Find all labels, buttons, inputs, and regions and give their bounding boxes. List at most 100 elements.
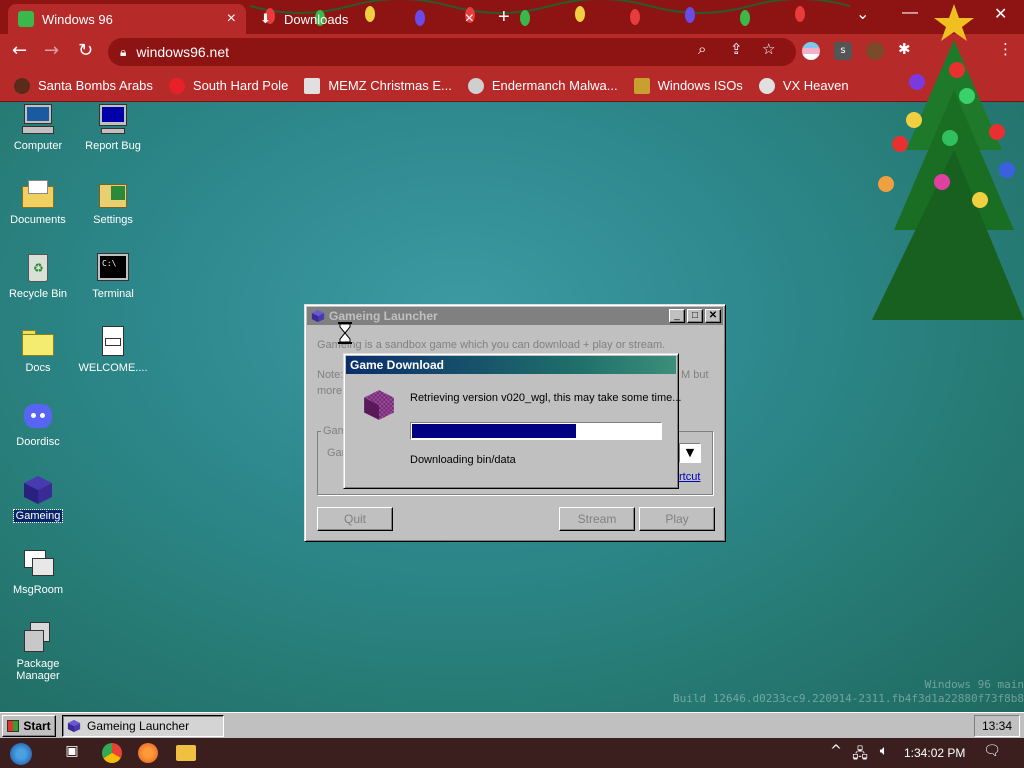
discord-icon bbox=[22, 400, 54, 432]
minimize-button[interactable]: _ bbox=[669, 309, 685, 323]
volume-icon[interactable]: 🔈︎ bbox=[874, 743, 894, 763]
desktop-icon-settings[interactable]: Settings bbox=[75, 178, 151, 226]
file-explorer-taskbar-icon[interactable] bbox=[176, 745, 196, 761]
markdown-file-icon bbox=[97, 326, 129, 358]
bomb-icon bbox=[14, 77, 30, 94]
desktop-icon-msgroom[interactable]: MsgRoom bbox=[0, 548, 76, 596]
bookmark-item[interactable]: Windows ISOs bbox=[633, 77, 743, 94]
bookmark-label: Endermanch Malwa... bbox=[491, 78, 618, 93]
desktop-icon-computer[interactable]: Computer bbox=[0, 104, 76, 152]
launcher-note: Note: bbox=[317, 369, 344, 381]
lock-icon[interactable]: 🔒︎ bbox=[120, 45, 126, 60]
desktop-icon-doordisc[interactable]: Doordisc bbox=[0, 400, 76, 448]
icon-label: Report Bug bbox=[85, 140, 141, 152]
settings-icon bbox=[97, 178, 129, 210]
desktop-icon-report-bug[interactable]: Report Bug bbox=[75, 104, 151, 152]
report-bug-icon bbox=[97, 104, 129, 136]
search-icon[interactable]: ⌕ bbox=[698, 40, 706, 58]
bookmark-item[interactable]: MEMZ Christmas E... bbox=[304, 77, 452, 94]
icon-label: MsgRoom bbox=[12, 584, 64, 596]
bookmark-item[interactable]: Endermanch Malwa... bbox=[467, 77, 618, 94]
raccoon-icon bbox=[467, 77, 484, 94]
task-label: Gameing Launcher bbox=[87, 719, 190, 733]
close-button[interactable]: ✕ bbox=[705, 309, 721, 323]
download-progress-bar bbox=[410, 422, 662, 440]
back-button[interactable]: ← bbox=[12, 40, 27, 61]
tab-downloads[interactable]: ⬇ Downloads × bbox=[250, 4, 484, 34]
watermark-line: Windows 96 main bbox=[924, 678, 1024, 691]
terminal-icon: C:\ bbox=[97, 252, 129, 284]
icon-label: Package Manager bbox=[16, 658, 60, 682]
launcher-title-bar[interactable]: Gameing Launcher bbox=[307, 307, 723, 325]
shortcut-link[interactable]: rtcut bbox=[679, 471, 700, 483]
gameing-cube-icon bbox=[22, 474, 54, 506]
win96-taskbar: Start Gameing Launcher 13:34 bbox=[0, 712, 1024, 738]
taskbar-item-gameing-launcher[interactable]: Gameing Launcher bbox=[62, 715, 224, 737]
task-view-icon[interactable]: ▣ bbox=[62, 743, 82, 763]
share-icon[interactable]: ⇪ bbox=[730, 40, 743, 58]
play-button[interactable]: Play bbox=[639, 507, 715, 531]
game-download-dialog[interactable]: Game Download Retrieving version v020_wg… bbox=[343, 353, 682, 489]
tab-close-icon[interactable]: × bbox=[465, 11, 474, 27]
tab-windows96[interactable]: Windows 96 × bbox=[8, 4, 246, 34]
start-button[interactable]: Start bbox=[2, 715, 56, 737]
icon-label: Computer bbox=[13, 140, 63, 152]
chrome-taskbar-icon[interactable] bbox=[102, 743, 122, 763]
bookmark-label: VX Heaven bbox=[782, 78, 849, 93]
desktop-icon-recycle-bin[interactable]: ♻ Recycle Bin bbox=[0, 252, 76, 300]
folder-icon bbox=[22, 326, 54, 358]
bookmark-item[interactable]: Santa Bombs Arabs bbox=[14, 77, 153, 94]
tray-expand-icon[interactable]: ^ bbox=[826, 743, 846, 763]
icon-label: Recycle Bin bbox=[8, 288, 68, 300]
gameing-cube-icon bbox=[67, 719, 81, 733]
stream-button[interactable]: Stream bbox=[559, 507, 635, 531]
reload-button[interactable]: ↻ bbox=[78, 40, 93, 61]
icon-label: Gameing bbox=[12, 509, 64, 523]
documents-folder-icon bbox=[22, 178, 54, 210]
network-icon[interactable]: 🖧︎ bbox=[850, 743, 870, 763]
window-title: Gameing Launcher bbox=[329, 309, 438, 323]
s-extension-icon[interactable]: s bbox=[834, 42, 852, 60]
desktop-icon-terminal[interactable]: C:\ Terminal bbox=[75, 252, 151, 300]
icon-label: WELCOME.... bbox=[78, 362, 148, 374]
url-text: windows96.net bbox=[136, 44, 230, 60]
tab-close-icon[interactable]: × bbox=[227, 11, 236, 27]
flag-extension-icon[interactable] bbox=[802, 42, 820, 60]
host-taskbar: ▣ ^ 🖧︎ 🔈︎ 1:34:02 PM 🗨︎ bbox=[0, 738, 1024, 768]
desktop-icon-docs[interactable]: Docs bbox=[0, 326, 76, 374]
forward-button[interactable]: → bbox=[44, 40, 59, 61]
host-clock[interactable]: 1:34:02 PM bbox=[904, 746, 965, 760]
icon-label: Doordisc bbox=[16, 436, 60, 448]
new-tab-button[interactable]: + bbox=[498, 6, 510, 29]
tab-label: Downloads bbox=[284, 11, 349, 27]
bookmark-star-icon[interactable]: ☆ bbox=[762, 40, 775, 58]
address-bar[interactable]: 🔒︎ windows96.net bbox=[108, 38, 796, 66]
build-watermark: Windows 96 main Build 12646.d0233cc9.220… bbox=[624, 678, 1024, 706]
trophy-icon bbox=[633, 77, 650, 94]
maximize-button[interactable]: □ bbox=[687, 309, 703, 323]
desktop-icon-welcome[interactable]: WELCOME.... bbox=[75, 326, 151, 374]
progress-fill bbox=[412, 424, 576, 438]
firefox-taskbar-icon[interactable] bbox=[138, 743, 158, 763]
desktop-icon-documents[interactable]: Documents bbox=[0, 178, 76, 226]
hourglass-cursor-icon bbox=[338, 322, 352, 344]
desktop-icon-package-manager[interactable]: Package Manager bbox=[0, 622, 76, 682]
gameing-cube-icon bbox=[311, 309, 325, 323]
quit-button[interactable]: Quit bbox=[317, 507, 393, 531]
icon-label: Terminal bbox=[92, 288, 134, 300]
icon-label: Settings bbox=[93, 214, 133, 226]
computer-icon bbox=[22, 104, 54, 136]
dialog-title-bar[interactable]: Game Download bbox=[346, 356, 676, 374]
select-dropdown-button[interactable]: ▼ bbox=[679, 443, 701, 463]
download-icon: ⬇ bbox=[260, 11, 271, 26]
windows-start-orb-icon[interactable] bbox=[10, 743, 32, 765]
win96-clock[interactable]: 13:34 bbox=[974, 715, 1020, 737]
watermark-line: Build 12646.d0233cc9.220914-2311.fb4f3d1… bbox=[673, 692, 1024, 705]
desktop-icon-gameing[interactable]: Gameing bbox=[0, 474, 76, 523]
bookmark-item[interactable]: VX Heaven bbox=[758, 77, 849, 94]
download-message: Retrieving version v020_wgl, this may ta… bbox=[410, 392, 682, 404]
msgroom-icon bbox=[22, 548, 54, 580]
notifications-icon[interactable]: 🗨︎ bbox=[982, 743, 1002, 763]
package-manager-icon bbox=[22, 622, 54, 654]
bookmark-item[interactable]: South Hard Pole bbox=[168, 77, 288, 94]
